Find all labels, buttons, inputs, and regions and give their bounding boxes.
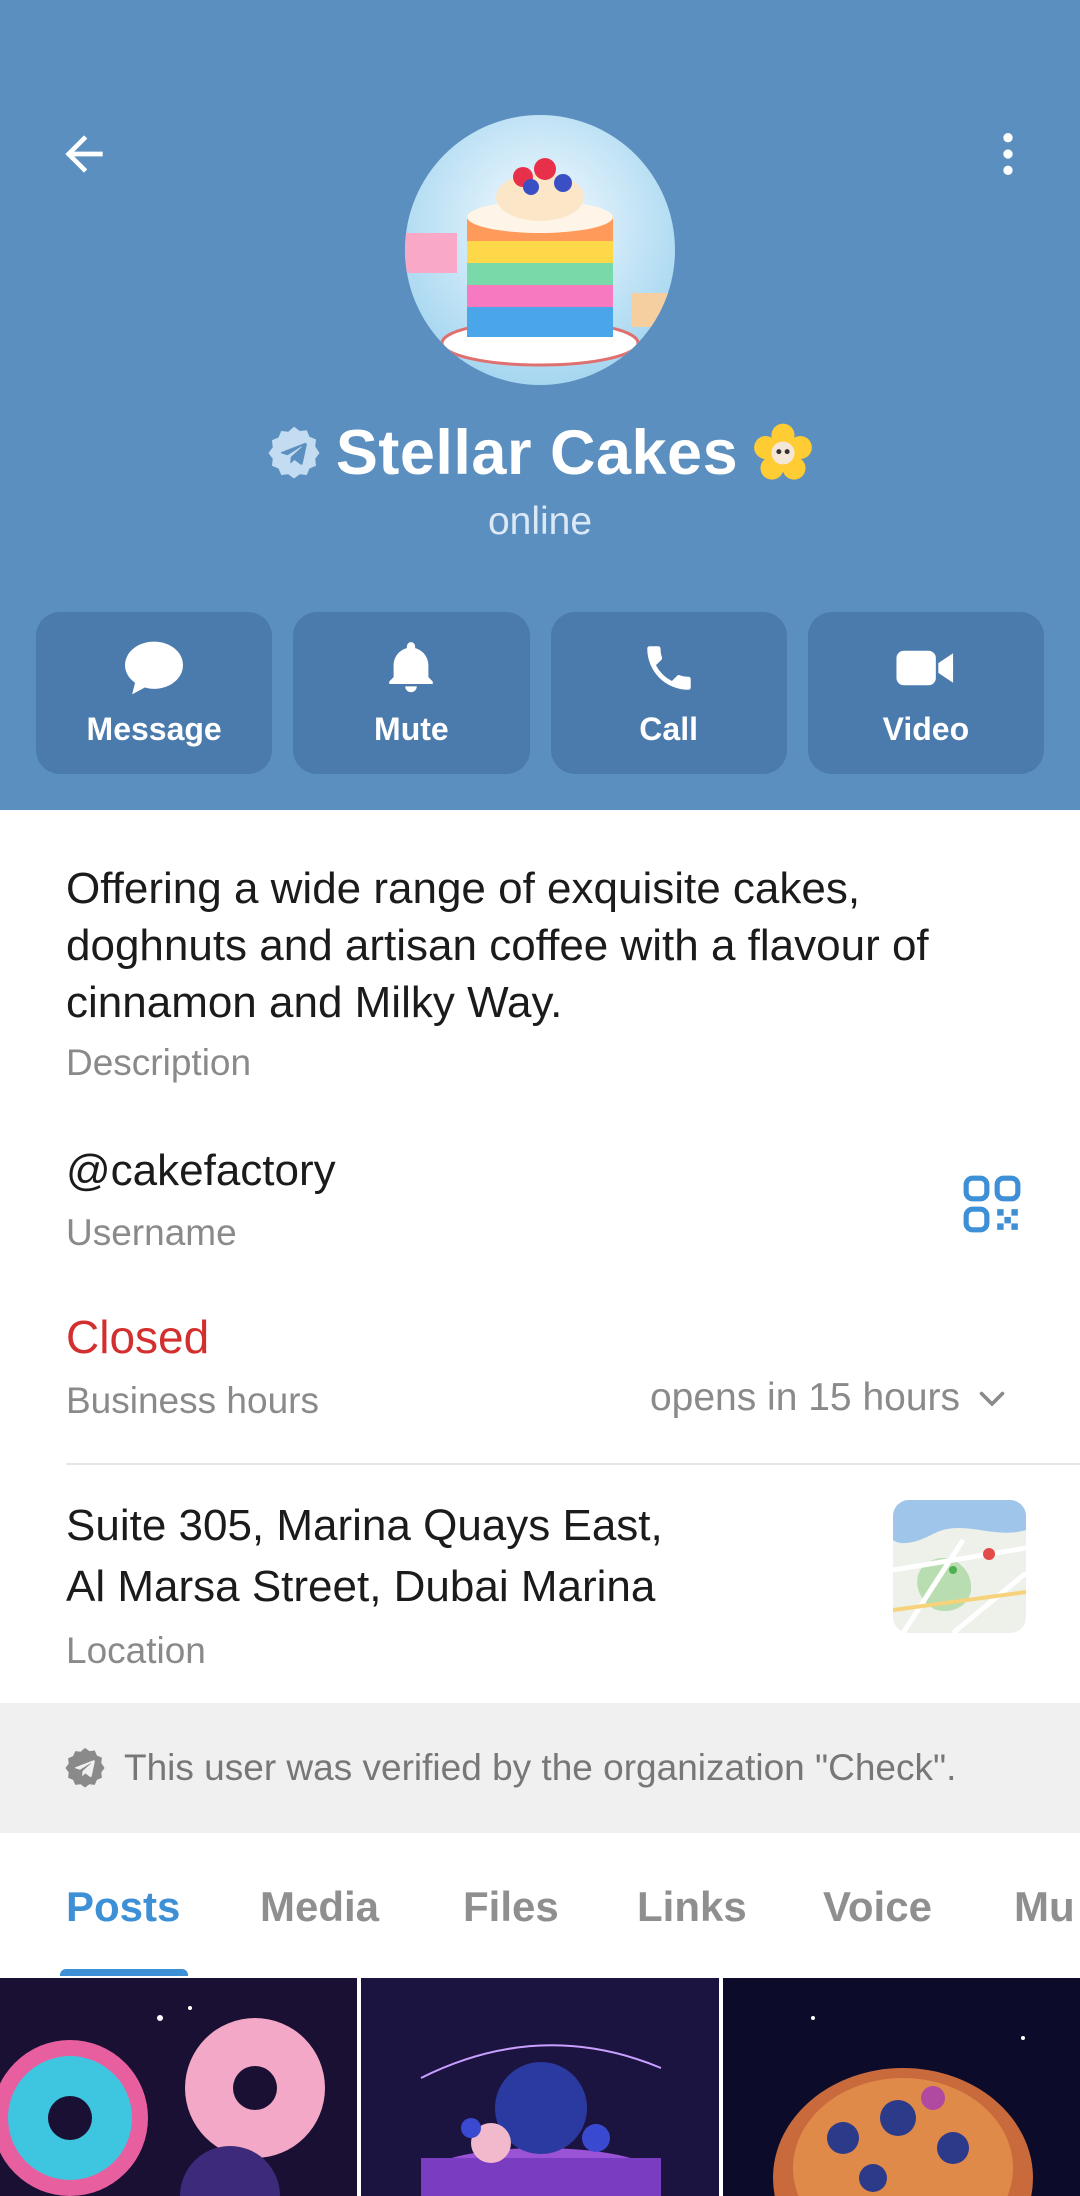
- qr-code-button[interactable]: [950, 1162, 1034, 1246]
- video-button[interactable]: Video: [807, 612, 1044, 774]
- more-options-button[interactable]: [964, 110, 1052, 198]
- message-icon: [125, 641, 184, 694]
- active-tab-indicator: [60, 1969, 188, 1976]
- verification-text: This user was verified by the organizati…: [124, 1747, 957, 1788]
- arrow-left-icon: [65, 135, 103, 173]
- blueberry-muffin-image: [722, 1978, 1080, 2196]
- profile-title-row: Stellar Cakes: [0, 410, 1080, 496]
- tab-music[interactable]: Mu: [1014, 1883, 1075, 1931]
- location-line-2: Al Marsa Street, Dubai Marina: [66, 1562, 656, 1611]
- back-button[interactable]: [40, 110, 128, 198]
- mute-button[interactable]: Mute: [293, 612, 530, 774]
- tab-links[interactable]: Links: [637, 1883, 747, 1931]
- profile-header: Stellar Cakes online Message Mute Call V…: [0, 0, 1080, 810]
- phone-icon: [646, 645, 691, 690]
- posts-grid: [0, 1978, 1080, 2196]
- business-hours-toggle[interactable]: opens in 15 hours: [650, 1376, 1010, 1420]
- location-address[interactable]: Suite 305, Marina Quays East, Al Marsa S…: [66, 1495, 866, 1617]
- location-line-1: Suite 305, Marina Quays East,: [66, 1501, 663, 1550]
- opens-in-text: opens in 15 hours: [649, 1376, 960, 1419]
- content-tabs: Posts Media Files Links Voice Mu: [0, 1833, 1080, 1976]
- description-text[interactable]: Offering a wide range of exquisite cakes…: [66, 860, 1016, 1031]
- action-buttons: Message Mute Call Video: [36, 612, 1044, 774]
- tab-posts[interactable]: Posts: [66, 1883, 180, 1931]
- profile-name: Stellar Cakes: [335, 418, 739, 488]
- business-hours-status[interactable]: Closed: [66, 1310, 209, 1364]
- video-icon: [896, 650, 953, 685]
- message-button-label: Message: [86, 710, 222, 747]
- flower-emoji-icon: [754, 423, 812, 480]
- username-text[interactable]: @cakefactory: [66, 1142, 336, 1199]
- cake-avatar-image: [405, 115, 675, 385]
- avatar[interactable]: [405, 115, 675, 385]
- description-label: Description: [66, 1042, 252, 1083]
- chevron-down-icon: [979, 1391, 1005, 1407]
- business-hours-label: Business hours: [66, 1380, 319, 1421]
- tab-voice[interactable]: Voice: [823, 1883, 932, 1931]
- video-button-label: Video: [882, 710, 970, 747]
- call-button[interactable]: Call: [550, 612, 787, 774]
- post-thumbnail[interactable]: [361, 1978, 719, 2196]
- bell-icon: [389, 641, 434, 692]
- qr-code-icon: [963, 1175, 1021, 1233]
- verified-badge-icon: [268, 426, 320, 479]
- tab-files[interactable]: Files: [463, 1883, 559, 1931]
- divider: [66, 1463, 1080, 1465]
- verified-badge-icon: [65, 1747, 105, 1788]
- post-thumbnail[interactable]: [0, 1978, 358, 2196]
- verification-note: This user was verified by the organizati…: [0, 1703, 1080, 1833]
- tab-media[interactable]: Media: [260, 1883, 379, 1931]
- call-button-label: Call: [639, 710, 698, 747]
- mute-button-label: Mute: [374, 710, 449, 747]
- online-status: online: [487, 500, 593, 543]
- location-label: Location: [66, 1630, 206, 1671]
- post-thumbnail[interactable]: [722, 1978, 1080, 2196]
- galaxy-cake-image: [361, 1978, 719, 2196]
- message-button[interactable]: Message: [36, 612, 273, 774]
- map-thumbnail[interactable]: [893, 1500, 1026, 1633]
- username-label: Username: [66, 1212, 237, 1253]
- map-preview-image: [893, 1500, 1026, 1633]
- dots-vertical-icon: [1003, 133, 1013, 175]
- donuts-image: [0, 1978, 358, 2196]
